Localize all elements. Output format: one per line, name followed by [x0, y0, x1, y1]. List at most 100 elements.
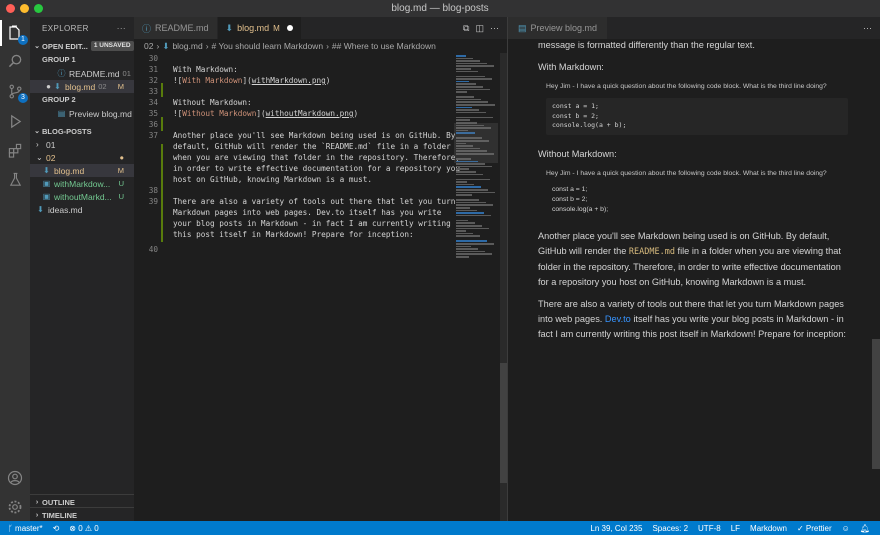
open-editor-readme[interactable]: ⓘ README.md 01 [30, 67, 134, 80]
branch-indicator[interactable]: ᚴ master* [8, 524, 43, 533]
minimap-line [456, 109, 479, 111]
preview-tabs: ▤ Preview blog.md ··· [508, 17, 880, 39]
minimap-line [456, 78, 492, 80]
plain-code-lines: const a = 1; const b = 2; console.log(a … [552, 185, 609, 213]
breadcrumb-heading1[interactable]: # You should learn Markdown [212, 41, 324, 51]
notifications-bell-icon[interactable]: 🔔︎ [860, 524, 870, 533]
minimap-viewport[interactable] [454, 123, 498, 163]
file-with-markdown[interactable]: ▣ withMarkdow... U [30, 177, 134, 190]
explorer-more-button[interactable]: ··· [117, 24, 126, 33]
unsaved-dot-icon[interactable] [286, 25, 293, 31]
open-editor-name: blog.md [65, 81, 96, 92]
minimap-line [456, 240, 487, 242]
preview-scrollbar[interactable] [872, 39, 880, 521]
extensions-icon[interactable] [5, 140, 25, 160]
open-editors-section[interactable]: ⌄ OPEN EDIT... 1 UNSAVED [30, 39, 134, 53]
source-control-badge: 3 [18, 93, 28, 103]
minimap-line [456, 245, 471, 248]
chevron-down-icon: ⌄ [34, 43, 40, 50]
folder-02[interactable]: ⌄ 02 ● [30, 151, 134, 164]
minimap-line [456, 171, 476, 173]
file-ideas-md[interactable]: ⬇ ideas.md [30, 203, 134, 216]
code-block: const a = 1; const b = 2; console.log(a … [546, 98, 848, 135]
search-icon[interactable] [5, 51, 25, 71]
preview-icon: ▤ [57, 109, 66, 118]
tab-readme[interactable]: ⓘ README.md [134, 17, 218, 39]
language-mode[interactable]: Markdown [750, 524, 787, 533]
breadcrumb-folder[interactable]: 02 [144, 41, 153, 51]
blog-posts-section[interactable]: ⌄ BLOG-POSTS [30, 124, 134, 138]
minimap-line [456, 201, 486, 204]
file-name: withMarkdow... [54, 178, 111, 189]
breadcrumb: 02 › ⬇ blog.md › # You should learn Mark… [134, 39, 507, 53]
preview-icon: ▤ [518, 22, 527, 33]
tab-label: README.md [155, 23, 209, 33]
minimap-line [456, 199, 479, 201]
minimap-line [456, 204, 493, 206]
scrollbar-thumb[interactable] [872, 339, 880, 469]
untracked-status: U [118, 179, 124, 188]
explorer-files-icon[interactable]: 1 [0, 20, 28, 46]
breadcrumb-file[interactable]: blog.md [172, 41, 202, 51]
file-without-markdown[interactable]: ▣ withoutMarkd... U [30, 190, 134, 203]
open-editor-preview[interactable]: ▤ Preview blog.md [30, 107, 134, 120]
tab-blog[interactable]: ⬇ blog.md M [217, 17, 302, 39]
chevron-right-icon: › [35, 498, 39, 506]
preview-more-icon[interactable]: ··· [863, 23, 880, 33]
minimap-line [456, 60, 480, 62]
cursor-position[interactable]: Ln 39, Col 235 [590, 524, 642, 533]
more-actions-icon[interactable]: ··· [490, 23, 499, 33]
git-modified-marker [161, 83, 163, 97]
feedback-icon[interactable]: ☺ [842, 524, 850, 533]
file-blog-md[interactable]: ⬇ blog.md M [30, 164, 134, 177]
testing-icon[interactable] [5, 169, 25, 189]
folder-01[interactable]: › 01 [30, 138, 134, 151]
preview-intro: message is formatted differently than th… [538, 40, 755, 50]
open-editor-name: Preview blog.md [69, 108, 132, 119]
line-ending[interactable]: LF [731, 524, 740, 533]
close-window-button[interactable] [6, 4, 15, 13]
open-preview-icon[interactable]: ⧉ [463, 23, 469, 34]
minimap[interactable] [454, 53, 498, 493]
breadcrumb-heading2[interactable]: ## Where to use Markdown [332, 41, 436, 51]
open-editor-blog[interactable]: ● ⬇ blog.md 02 M [30, 80, 134, 93]
minimize-window-button[interactable] [20, 4, 29, 13]
account-icon[interactable] [5, 468, 25, 488]
minimap-line [456, 55, 466, 57]
file-name: ideas.md [48, 204, 83, 215]
sync-icon[interactable]: ⟲ [53, 524, 60, 533]
prettier-status[interactable]: ✓ Prettier [797, 524, 832, 533]
problems-indicator[interactable]: ⊗ 0 ⚠ 0 [69, 524, 98, 533]
outline-label: OUTLINE [42, 497, 75, 507]
minimap-line [456, 62, 487, 65]
scrollbar-thumb[interactable] [500, 363, 507, 483]
minimap-line [456, 243, 494, 245]
devto-link[interactable]: Dev.to [605, 314, 631, 324]
minimap-line [456, 225, 482, 227]
tab-preview[interactable]: ▤ Preview blog.md [508, 17, 608, 39]
question-text: Hey Jim - I have a quick question about … [546, 83, 827, 90]
open-editor-desc: 02 [98, 82, 107, 91]
readme-inline-code: README.md [628, 246, 675, 257]
minimap-line [456, 91, 467, 93]
minimap-line [456, 106, 472, 109]
minimap-line [456, 57, 473, 60]
markdown-preview: ▤ Preview blog.md ··· message is formatt… [508, 17, 880, 521]
markdown-file-icon: ⬇ [225, 22, 234, 33]
minimap-line [456, 111, 486, 114]
chevron-right-icon: › [35, 511, 39, 519]
without-markdown-label: Without Markdown: [538, 148, 617, 159]
git-modified-marker [161, 144, 163, 242]
editor-group: ⓘ README.md ⬇ blog.md M ⧉ ◫ ··· 02 › ⬇ b… [134, 17, 508, 521]
split-editor-icon[interactable]: ◫ [475, 23, 484, 34]
minimap-line [456, 183, 474, 186]
source-control-icon[interactable]: 3 [5, 81, 28, 103]
editor-scrollbar[interactable] [500, 53, 507, 521]
timeline-section[interactable]: › TIMELINE [30, 507, 134, 521]
run-debug-icon[interactable] [5, 111, 25, 131]
settings-gear-icon[interactable] [5, 497, 25, 517]
encoding[interactable]: UTF-8 [698, 524, 721, 533]
explorer-title: EXPLORER [42, 23, 89, 33]
indentation[interactable]: Spaces: 2 [652, 524, 688, 533]
zoom-window-button[interactable] [34, 4, 43, 13]
